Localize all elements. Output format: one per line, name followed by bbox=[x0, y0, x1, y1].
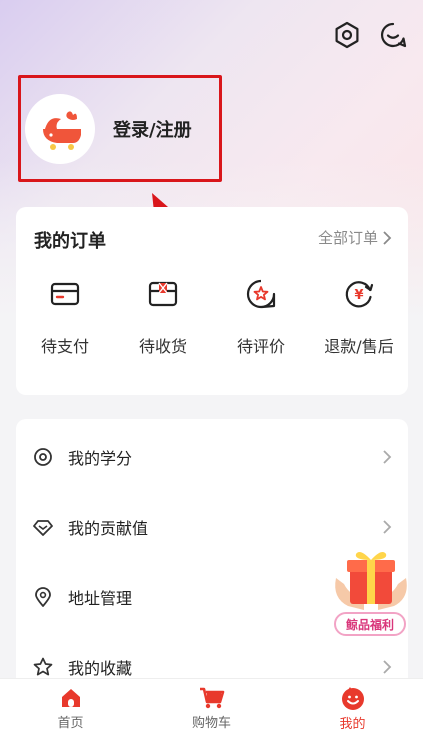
welfare-promo-badge[interactable]: 鲸品福利 bbox=[330, 548, 412, 642]
order-label: 退款/售后 bbox=[324, 337, 394, 356]
chevron-right-icon bbox=[383, 450, 392, 464]
orders-title: 我的订单 bbox=[34, 231, 106, 252]
menu-item-label: 我的学分 bbox=[68, 449, 133, 468]
refund-yen-icon: ¥ bbox=[342, 277, 376, 311]
menu-item-label: 我的贡献值 bbox=[68, 519, 149, 538]
menu-item-label: 我的收藏 bbox=[68, 659, 133, 678]
home-icon bbox=[58, 685, 84, 710]
svg-text:¥: ¥ bbox=[354, 288, 363, 303]
tab-label: 首页 bbox=[57, 716, 84, 731]
order-pending-review[interactable]: 待评价 bbox=[212, 277, 310, 357]
order-pending-payment[interactable]: 待支付 bbox=[16, 277, 114, 357]
order-pending-receipt[interactable]: 待收货 bbox=[114, 277, 212, 357]
avatar[interactable] bbox=[25, 93, 95, 164]
tab-home[interactable]: 首页 bbox=[0, 679, 141, 731]
all-orders-label[interactable]: 全部订单 bbox=[318, 227, 378, 248]
shopping-cart-icon bbox=[199, 685, 225, 710]
gift-box-icon bbox=[335, 552, 407, 610]
review-star-icon bbox=[244, 277, 278, 311]
tab-cart[interactable]: 购物车 bbox=[141, 679, 282, 731]
star-favorite-icon bbox=[32, 656, 54, 678]
tab-label: 我的 bbox=[339, 717, 366, 731]
tab-label: 购物车 bbox=[191, 716, 231, 731]
settings-icon[interactable] bbox=[332, 20, 362, 50]
tab-profile[interactable]: 我的 bbox=[282, 679, 423, 731]
diamond-contribution-icon bbox=[32, 516, 54, 538]
all-orders-link[interactable]: 全部订单 bbox=[318, 227, 392, 248]
menu-item-credits[interactable]: 我的学分 bbox=[16, 422, 408, 492]
customer-service-icon[interactable] bbox=[378, 20, 408, 50]
login-register-link[interactable]: 登录/注册 bbox=[113, 116, 192, 142]
chevron-right-icon bbox=[383, 520, 392, 534]
order-refund-aftersale[interactable]: ¥ 退款/售后 bbox=[310, 277, 408, 357]
welfare-label[interactable]: 鲸品福利 bbox=[334, 612, 406, 636]
orders-card: 我的订单 全部订单 待支付 待收货 待评价 ¥ 退款/售后 bbox=[16, 207, 408, 395]
bottom-tab-bar: 首页 购物车 我的 bbox=[0, 678, 423, 731]
order-label: 待收货 bbox=[138, 337, 187, 356]
card-payment-icon bbox=[48, 277, 82, 311]
location-pin-icon bbox=[32, 586, 54, 608]
whale-logo-icon bbox=[43, 110, 81, 150]
order-label: 待支付 bbox=[40, 337, 89, 356]
menu-item-label: 地址管理 bbox=[68, 589, 133, 608]
package-box-icon bbox=[146, 277, 180, 311]
chevron-right-icon bbox=[383, 660, 392, 674]
chevron-right-icon bbox=[383, 230, 392, 245]
login-profile-area[interactable]: 登录/注册 bbox=[18, 75, 222, 182]
smiley-profile-icon bbox=[340, 685, 366, 711]
order-label: 待评价 bbox=[236, 337, 285, 356]
credit-points-icon bbox=[32, 446, 54, 468]
